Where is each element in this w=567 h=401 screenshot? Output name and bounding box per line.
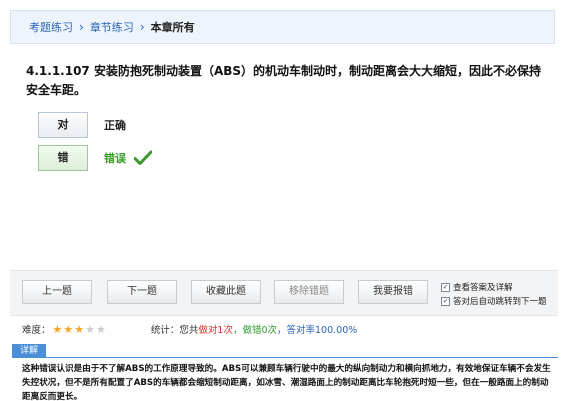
accuracy-rate: ，答对率100.00%	[277, 325, 358, 336]
question-text: 4.1.1.107 安装防抱死制动装置（ABS）的机动车制动时，制动距离会大大缩…	[26, 64, 542, 97]
option-true: 对 正确	[38, 112, 126, 138]
stats-prefix: 您共	[179, 325, 199, 336]
answer-true-button[interactable]: 对	[38, 112, 88, 138]
stats-row: 难度： ★ ★ ★ ★ ★ 统计： 您共 做对1次 ，做错0次 ，答对率100.00%	[22, 322, 542, 337]
option-false-label: 错误	[104, 152, 126, 165]
star-filled-icon: ★	[52, 322, 63, 336]
star-empty-icon: ★	[96, 322, 106, 336]
auto-next-label: 答对后自动跳转到下一题	[453, 297, 547, 307]
star-filled-icon: ★	[63, 322, 74, 336]
next-question-button[interactable]: 下一题	[107, 280, 177, 304]
show-answer-label: 查看答案及详解	[453, 283, 513, 293]
show-answer-option[interactable]: ✓ 查看答案及详解	[441, 281, 513, 293]
breadcrumb: 考题练习 › 章节练习 › 本章所有	[10, 10, 555, 44]
difficulty-label: 难度：	[22, 325, 51, 336]
breadcrumb-separator: ›	[139, 20, 145, 34]
explanation-divider	[12, 357, 558, 358]
check-icon	[134, 150, 152, 165]
show-answer-checkbox[interactable]: ✓	[441, 282, 450, 292]
breadcrumb-separator: ›	[79, 20, 84, 34]
option-false: 错 错误	[38, 145, 152, 171]
explanation-tag: 详解	[12, 344, 46, 358]
breadcrumb-chapter-practice[interactable]: 章节练习	[90, 19, 134, 35]
favorite-button[interactable]: 收藏此题	[191, 280, 261, 304]
wrong-count: ，做错0次	[232, 325, 278, 336]
prev-question-button[interactable]: 上一题	[22, 280, 92, 304]
correct-count: 做对1次	[198, 325, 233, 336]
stats-label: 统计：	[150, 325, 180, 336]
answer-false-button[interactable]: 错	[38, 145, 88, 171]
option-true-label: 正确	[104, 119, 126, 132]
star-empty-icon: ★	[85, 322, 96, 336]
explanation-text: 这种错误认识是由于不了解ABS的工作原理导致的。ABS可以兼顾车辆行驶中的最大的…	[22, 364, 551, 401]
remove-wrong-button[interactable]: 移除错题	[274, 280, 344, 304]
breadcrumb-practice[interactable]: 考题练习	[29, 19, 73, 35]
auto-next-checkbox[interactable]: ✓	[441, 296, 450, 306]
star-filled-icon: ★	[74, 322, 85, 336]
breadcrumb-current: 本章所有	[150, 21, 195, 34]
report-error-button[interactable]: 我要报错	[358, 280, 428, 304]
difficulty-stars: ★ ★ ★ ★ ★	[53, 324, 107, 335]
auto-next-option[interactable]: ✓ 答对后自动跳转到下一题	[441, 295, 547, 307]
actions-bar: 上一题 下一题 收藏此题 移除错题 我要报错 ✓ 查看答案及详解 ✓ 答对后自动…	[10, 270, 558, 316]
